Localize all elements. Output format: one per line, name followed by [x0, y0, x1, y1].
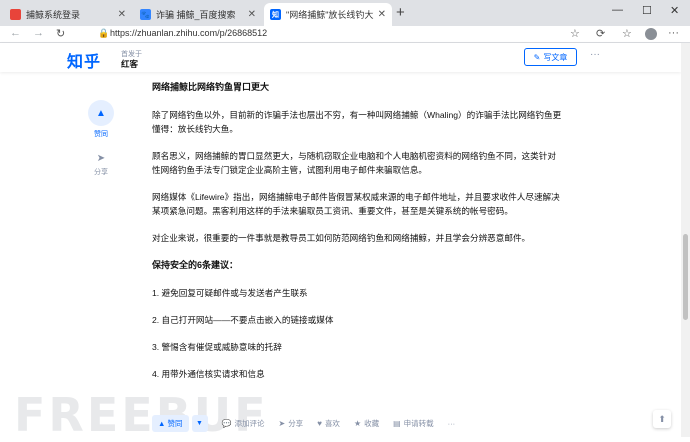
triangle-down-icon: ▼	[196, 419, 203, 427]
more-icon: ···	[447, 418, 456, 428]
column-name-link[interactable]: 红客	[121, 58, 138, 70]
tab-title: "网络捕鲸"放长线钓大鱼，谷歌和	[286, 10, 374, 20]
favorite-star-icon[interactable]: ☆	[570, 27, 580, 40]
collect-label: 收藏	[364, 418, 380, 428]
write-article-label: 写文章	[543, 52, 568, 62]
share-icon[interactable]: ➤	[88, 153, 114, 164]
minimize-icon[interactable]: —	[612, 4, 623, 16]
article-action-bar: ▲ 赞同 ▼ 💬 添加评论 ➤ 分享 ♥ 喜欢 ★ 收藏 ▤ 申请转载 ···	[152, 412, 572, 434]
share-label: 分享	[94, 169, 108, 176]
collections-icon[interactable]: ☆	[622, 27, 632, 40]
reprint-label: 申请转载	[403, 418, 434, 428]
document-icon: ▤	[393, 418, 401, 428]
tip-item: 3. 警惕含有催促或威胁意味的托辞	[152, 342, 282, 352]
share-bottom-button[interactable]: ➤ 分享	[278, 418, 303, 429]
write-article-button[interactable]: ✎ 写文章	[524, 48, 577, 66]
like-label: 喜欢	[324, 418, 340, 428]
comment-label: 添加评论	[234, 418, 265, 428]
close-window-icon[interactable]: ✕	[670, 4, 679, 17]
downvote-button[interactable]: ▼	[191, 414, 208, 432]
article-paragraph: 顾名思义，网络捕鲸的胃口显然更大，与随机窃取企业电脑和个人电脑机密资料的网络钓鱼…	[152, 151, 556, 175]
zhihu-header: 知乎 首发于 红客 ✎ 写文章 ···	[0, 43, 681, 72]
browser-menu-icon[interactable]: ···	[668, 27, 679, 39]
url-field[interactable]: https://zhuanlan.zhihu.com/p/26868512	[110, 28, 267, 38]
upvote-bottom-button[interactable]: ▲ 赞同	[152, 414, 189, 432]
tip-item: 4. 用带外通信核实请求和信息	[152, 369, 265, 379]
reading-mode-icon[interactable]: ⟳	[596, 27, 605, 40]
triangle-up-icon: ▲	[96, 107, 106, 119]
article-subheading: 保持安全的6条建议：	[152, 260, 239, 270]
arrow-up-icon: ⬆	[658, 413, 666, 424]
browser-tab-bar: 捕鲸系统登录 ✕ 🐾 诈骗 捕鲸_百度搜索 ✕ 知 "网络捕鲸"放长线钓大鱼，谷…	[0, 0, 690, 26]
side-actions: ▲ 赞同 ➤ 分享	[88, 100, 114, 177]
more-actions-button[interactable]: ···	[448, 419, 456, 428]
tip-item: 1. 避免回复可疑邮件或与发送者产生联系	[152, 288, 308, 298]
tab-close-icon[interactable]: ✕	[378, 9, 386, 20]
vote-label: 赞同	[94, 131, 108, 138]
heart-icon: ♥	[317, 418, 322, 428]
maximize-icon[interactable]: ☐	[642, 4, 652, 17]
browser-tab-3[interactable]: 知 "网络捕鲸"放长线钓大鱼，谷歌和 ✕	[264, 3, 392, 26]
article-paragraph: 除了网络钓鱼以外，目前新的诈骗手法也层出不穷，有一种叫网络捕鲸（Whaling）…	[152, 110, 562, 134]
back-icon[interactable]: ←	[10, 27, 21, 39]
article-paragraph: 对企业来说，很重要的一件事就是教导员工如何防范网络钓鱼和网络捕鲸，并且学会分辨恶…	[152, 233, 531, 243]
address-bar: ← → ↻ 🔒 https://zhuanlan.zhihu.com/p/268…	[0, 26, 690, 43]
back-to-top-button[interactable]: ⬆	[653, 410, 671, 428]
tab-title: 捕鲸系统登录	[26, 10, 81, 20]
tab-close-icon[interactable]: ✕	[248, 9, 256, 20]
zhihu-logo[interactable]: 知乎	[67, 48, 101, 72]
pencil-icon: ✎	[533, 52, 541, 62]
refresh-icon[interactable]: ↻	[56, 27, 65, 40]
more-options-icon[interactable]: ···	[590, 49, 600, 60]
share-icon: ➤	[278, 418, 286, 428]
like-button[interactable]: ♥ 喜欢	[317, 418, 340, 429]
reprint-button[interactable]: ▤ 申请转载	[393, 418, 434, 429]
browser-tab-2[interactable]: 🐾 诈骗 捕鲸_百度搜索 ✕	[134, 3, 262, 26]
site-favicon-icon	[10, 9, 21, 20]
forward-icon[interactable]: →	[33, 27, 44, 39]
star-icon: ★	[353, 418, 362, 428]
profile-avatar[interactable]	[645, 28, 657, 40]
tip-item: 2. 自己打开网站——不要点击嵌入的链接或媒体	[152, 315, 334, 325]
browser-tab-1[interactable]: 捕鲸系统登录 ✕	[4, 3, 132, 26]
lock-icon[interactable]: 🔒	[98, 28, 109, 39]
article-heading: 网络捕鲸比网络钓鱼胃口更大	[152, 82, 270, 92]
share-bottom-label: 分享	[288, 418, 304, 428]
new-tab-icon[interactable]: +	[396, 4, 405, 21]
upvote-button[interactable]: ▲	[88, 100, 114, 126]
tab-close-icon[interactable]: ✕	[118, 9, 126, 20]
scrollbar-thumb[interactable]	[683, 234, 688, 320]
comment-icon: 💬	[221, 418, 232, 428]
zhihu-favicon-icon: 知	[270, 9, 281, 20]
baidu-favicon-icon: 🐾	[140, 9, 151, 20]
article-paragraph: 网络媒体《Lifewire》指出，网络捕鲸电子邮件皆假冒某权威来源的电子邮件地址…	[152, 192, 560, 216]
collect-button[interactable]: ★ 收藏	[354, 418, 379, 429]
comment-button[interactable]: 💬 添加评论	[222, 418, 265, 429]
article-body: 网络捕鲸比网络钓鱼胃口更大 除了网络钓鱼以外，目前新的诈骗手法也层出不穷，有一种…	[152, 80, 562, 394]
tab-title: 诈骗 捕鲸_百度搜索	[156, 10, 236, 20]
